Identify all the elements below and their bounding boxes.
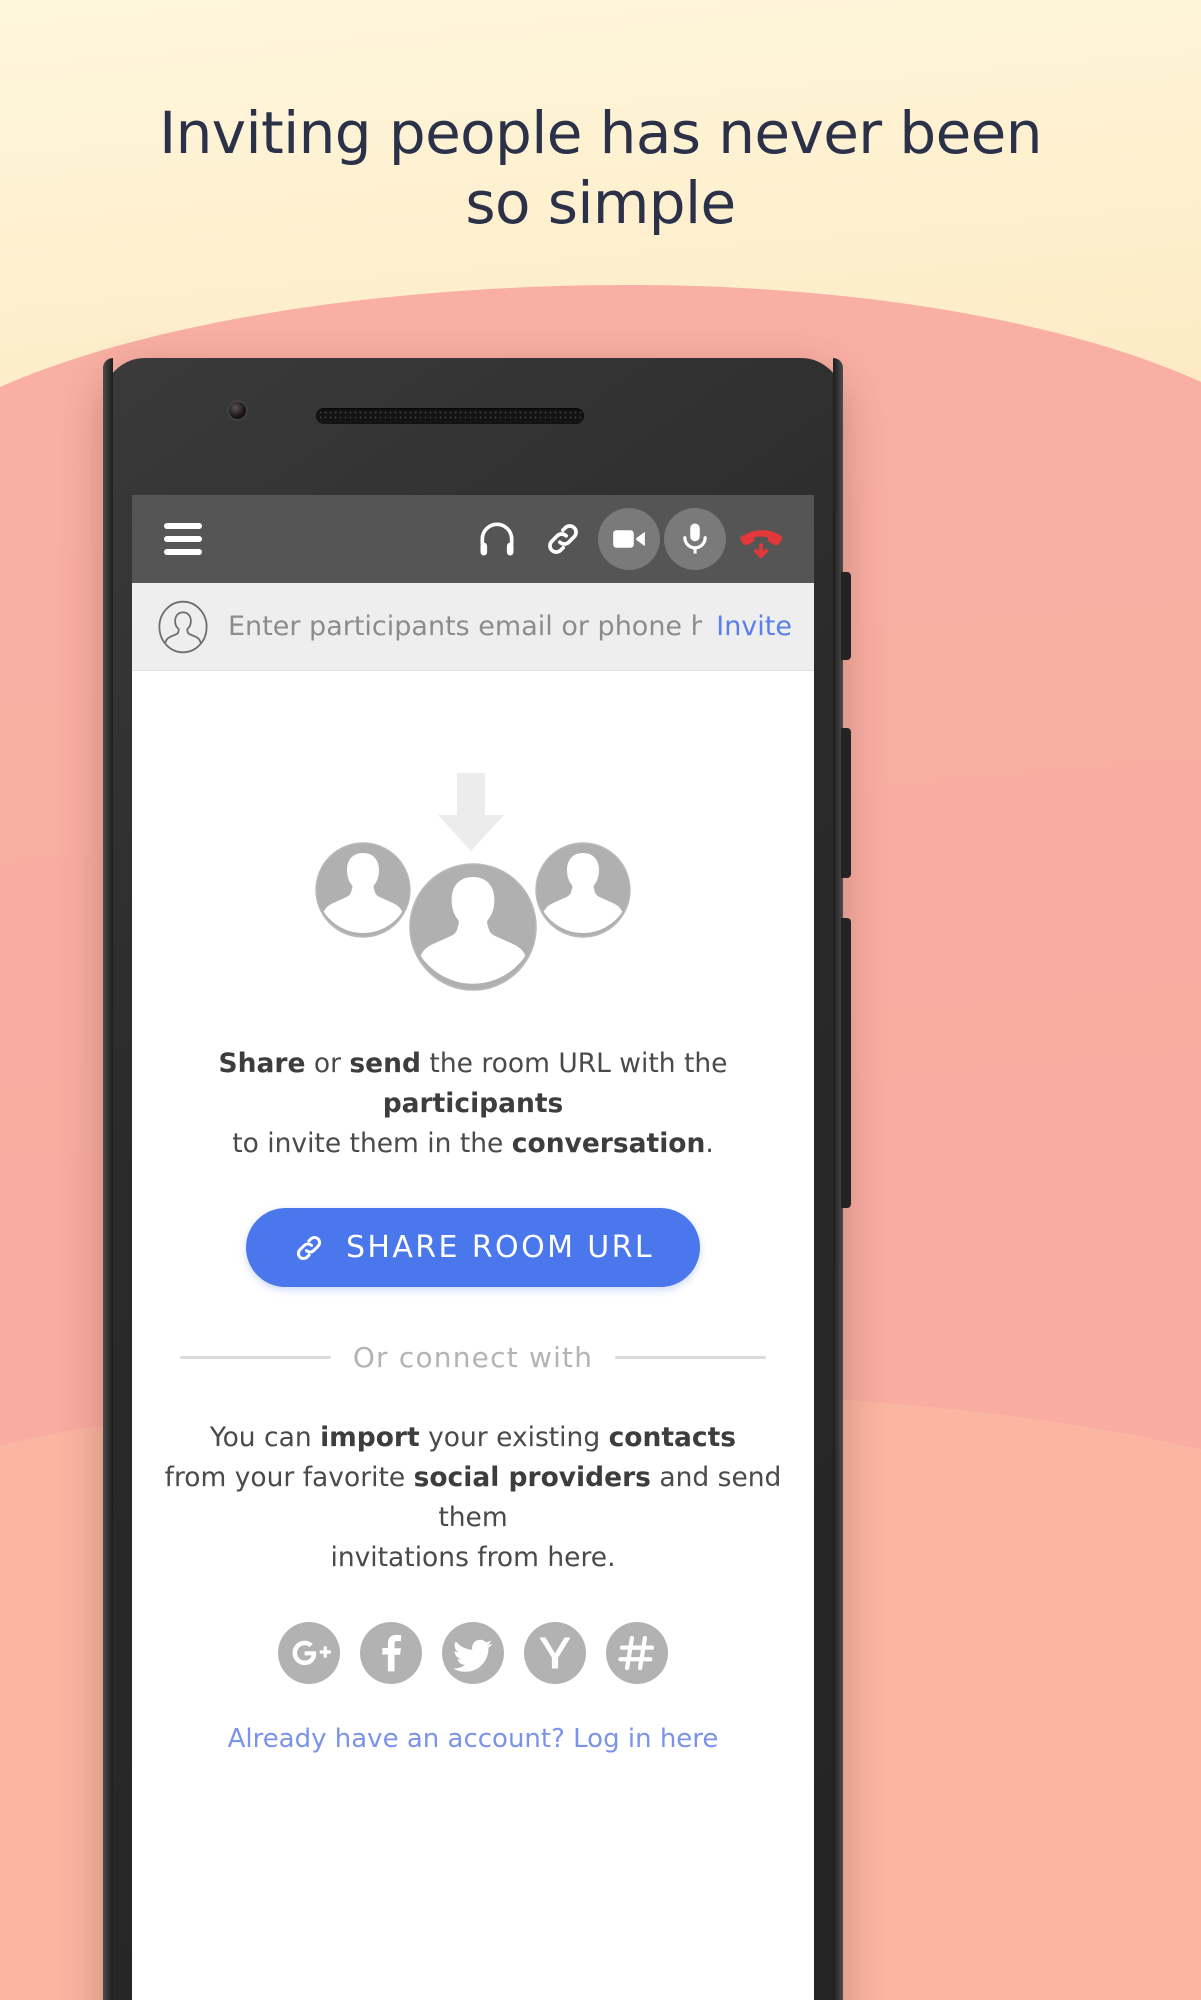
- import-word-contacts: contacts: [608, 1422, 737, 1453]
- app-toolbar: [132, 495, 814, 583]
- headset-icon: [480, 522, 514, 556]
- or-connect-with-divider: Or connect with: [180, 1341, 766, 1374]
- phone-volume-button-down[interactable]: [841, 918, 851, 1208]
- share-room-url-button[interactable]: SHARE ROOM URL: [245, 1208, 701, 1287]
- invite-panel: Share or send the room URL with the part…: [132, 671, 814, 1754]
- down-arrow-icon: [438, 773, 504, 851]
- import-description-line-3: invitations from here.: [162, 1538, 784, 1578]
- import-description-line-2: from your favorite social providers and …: [162, 1458, 784, 1538]
- person-outline-icon: [158, 600, 208, 653]
- link-icon: [548, 524, 578, 554]
- import-word-import: import: [320, 1422, 420, 1453]
- divider-line-left: [180, 1356, 331, 1359]
- share-description: Share or send the room URL with the part…: [162, 1044, 784, 1164]
- phone-device-mockup: Invite: [103, 358, 851, 2000]
- toolbar-icon-group: [466, 508, 792, 570]
- facebook-icon[interactable]: [360, 1622, 422, 1684]
- import-text-existing: your existing: [419, 1422, 609, 1453]
- phone-edge-left: [103, 358, 113, 2000]
- import-description: You can import your existing contacts fr…: [162, 1418, 784, 1578]
- import-text-youcan: You can: [209, 1422, 321, 1453]
- google-plus-icon[interactable]: [278, 1622, 340, 1684]
- headline-line-2: so simple: [465, 169, 736, 237]
- video-camera-icon: [613, 530, 645, 548]
- share-word-share: Share: [218, 1048, 306, 1079]
- earpiece-speaker: [316, 408, 584, 424]
- participants-input[interactable]: [228, 611, 703, 642]
- headset-button[interactable]: [466, 508, 528, 570]
- yahoo-icon[interactable]: [524, 1622, 586, 1684]
- divider-label: Or connect with: [352, 1341, 594, 1374]
- avatar-right: [535, 842, 631, 938]
- copy-link-button[interactable]: [532, 508, 594, 570]
- three-avatars-illustration: [315, 773, 631, 991]
- divider-line-right: [615, 1356, 766, 1359]
- social-providers-row: [162, 1622, 784, 1684]
- invite-button[interactable]: Invite: [702, 611, 792, 642]
- share-text-period: .: [705, 1128, 714, 1159]
- share-room-url-label: SHARE ROOM URL: [345, 1230, 655, 1265]
- share-word-conversation: conversation: [511, 1128, 706, 1159]
- hamburger-bar: [164, 523, 202, 529]
- share-text-mid: the room URL with the: [421, 1048, 728, 1079]
- share-word-send: send: [349, 1048, 421, 1079]
- video-camera-button[interactable]: [598, 508, 660, 570]
- microphone-button[interactable]: [664, 508, 726, 570]
- front-camera-icon: [229, 402, 246, 419]
- share-description-line-2: to invite them in the conversation.: [162, 1124, 784, 1164]
- import-description-line-1: You can import your existing contacts: [162, 1418, 784, 1458]
- link-icon: [296, 1235, 321, 1260]
- hangup-button[interactable]: [730, 508, 792, 570]
- hangup-phone-icon: [740, 530, 783, 559]
- import-text-from: from your favorite: [164, 1462, 414, 1493]
- hamburger-bar: [164, 549, 202, 555]
- twitter-icon[interactable]: [442, 1622, 504, 1684]
- avatar-left: [315, 842, 411, 938]
- headline-line-1: Inviting people has never been: [159, 99, 1042, 167]
- hamburger-bar: [164, 536, 202, 542]
- slack-icon[interactable]: [606, 1622, 668, 1684]
- share-text-or: or: [305, 1048, 350, 1079]
- import-text-invitations: invitations from here.: [330, 1542, 616, 1573]
- phone-screen: Invite: [132, 495, 814, 2000]
- share-text-invite: to invite them in the: [232, 1128, 512, 1159]
- phone-power-button[interactable]: [841, 572, 851, 660]
- phone-volume-button-up[interactable]: [841, 728, 851, 878]
- invite-bar: Invite: [132, 583, 814, 671]
- microphone-icon: [683, 523, 707, 554]
- login-link[interactable]: Already have an account? Log in here: [162, 1724, 784, 1754]
- hamburger-menu-icon[interactable]: [164, 523, 202, 555]
- avatar-center: [409, 863, 537, 991]
- share-word-participants: participants: [382, 1088, 564, 1119]
- import-word-social-providers: social providers: [413, 1462, 651, 1493]
- promo-headline: Inviting people has never been so simple: [0, 98, 1201, 238]
- share-description-line-1: Share or send the room URL with the part…: [162, 1044, 784, 1124]
